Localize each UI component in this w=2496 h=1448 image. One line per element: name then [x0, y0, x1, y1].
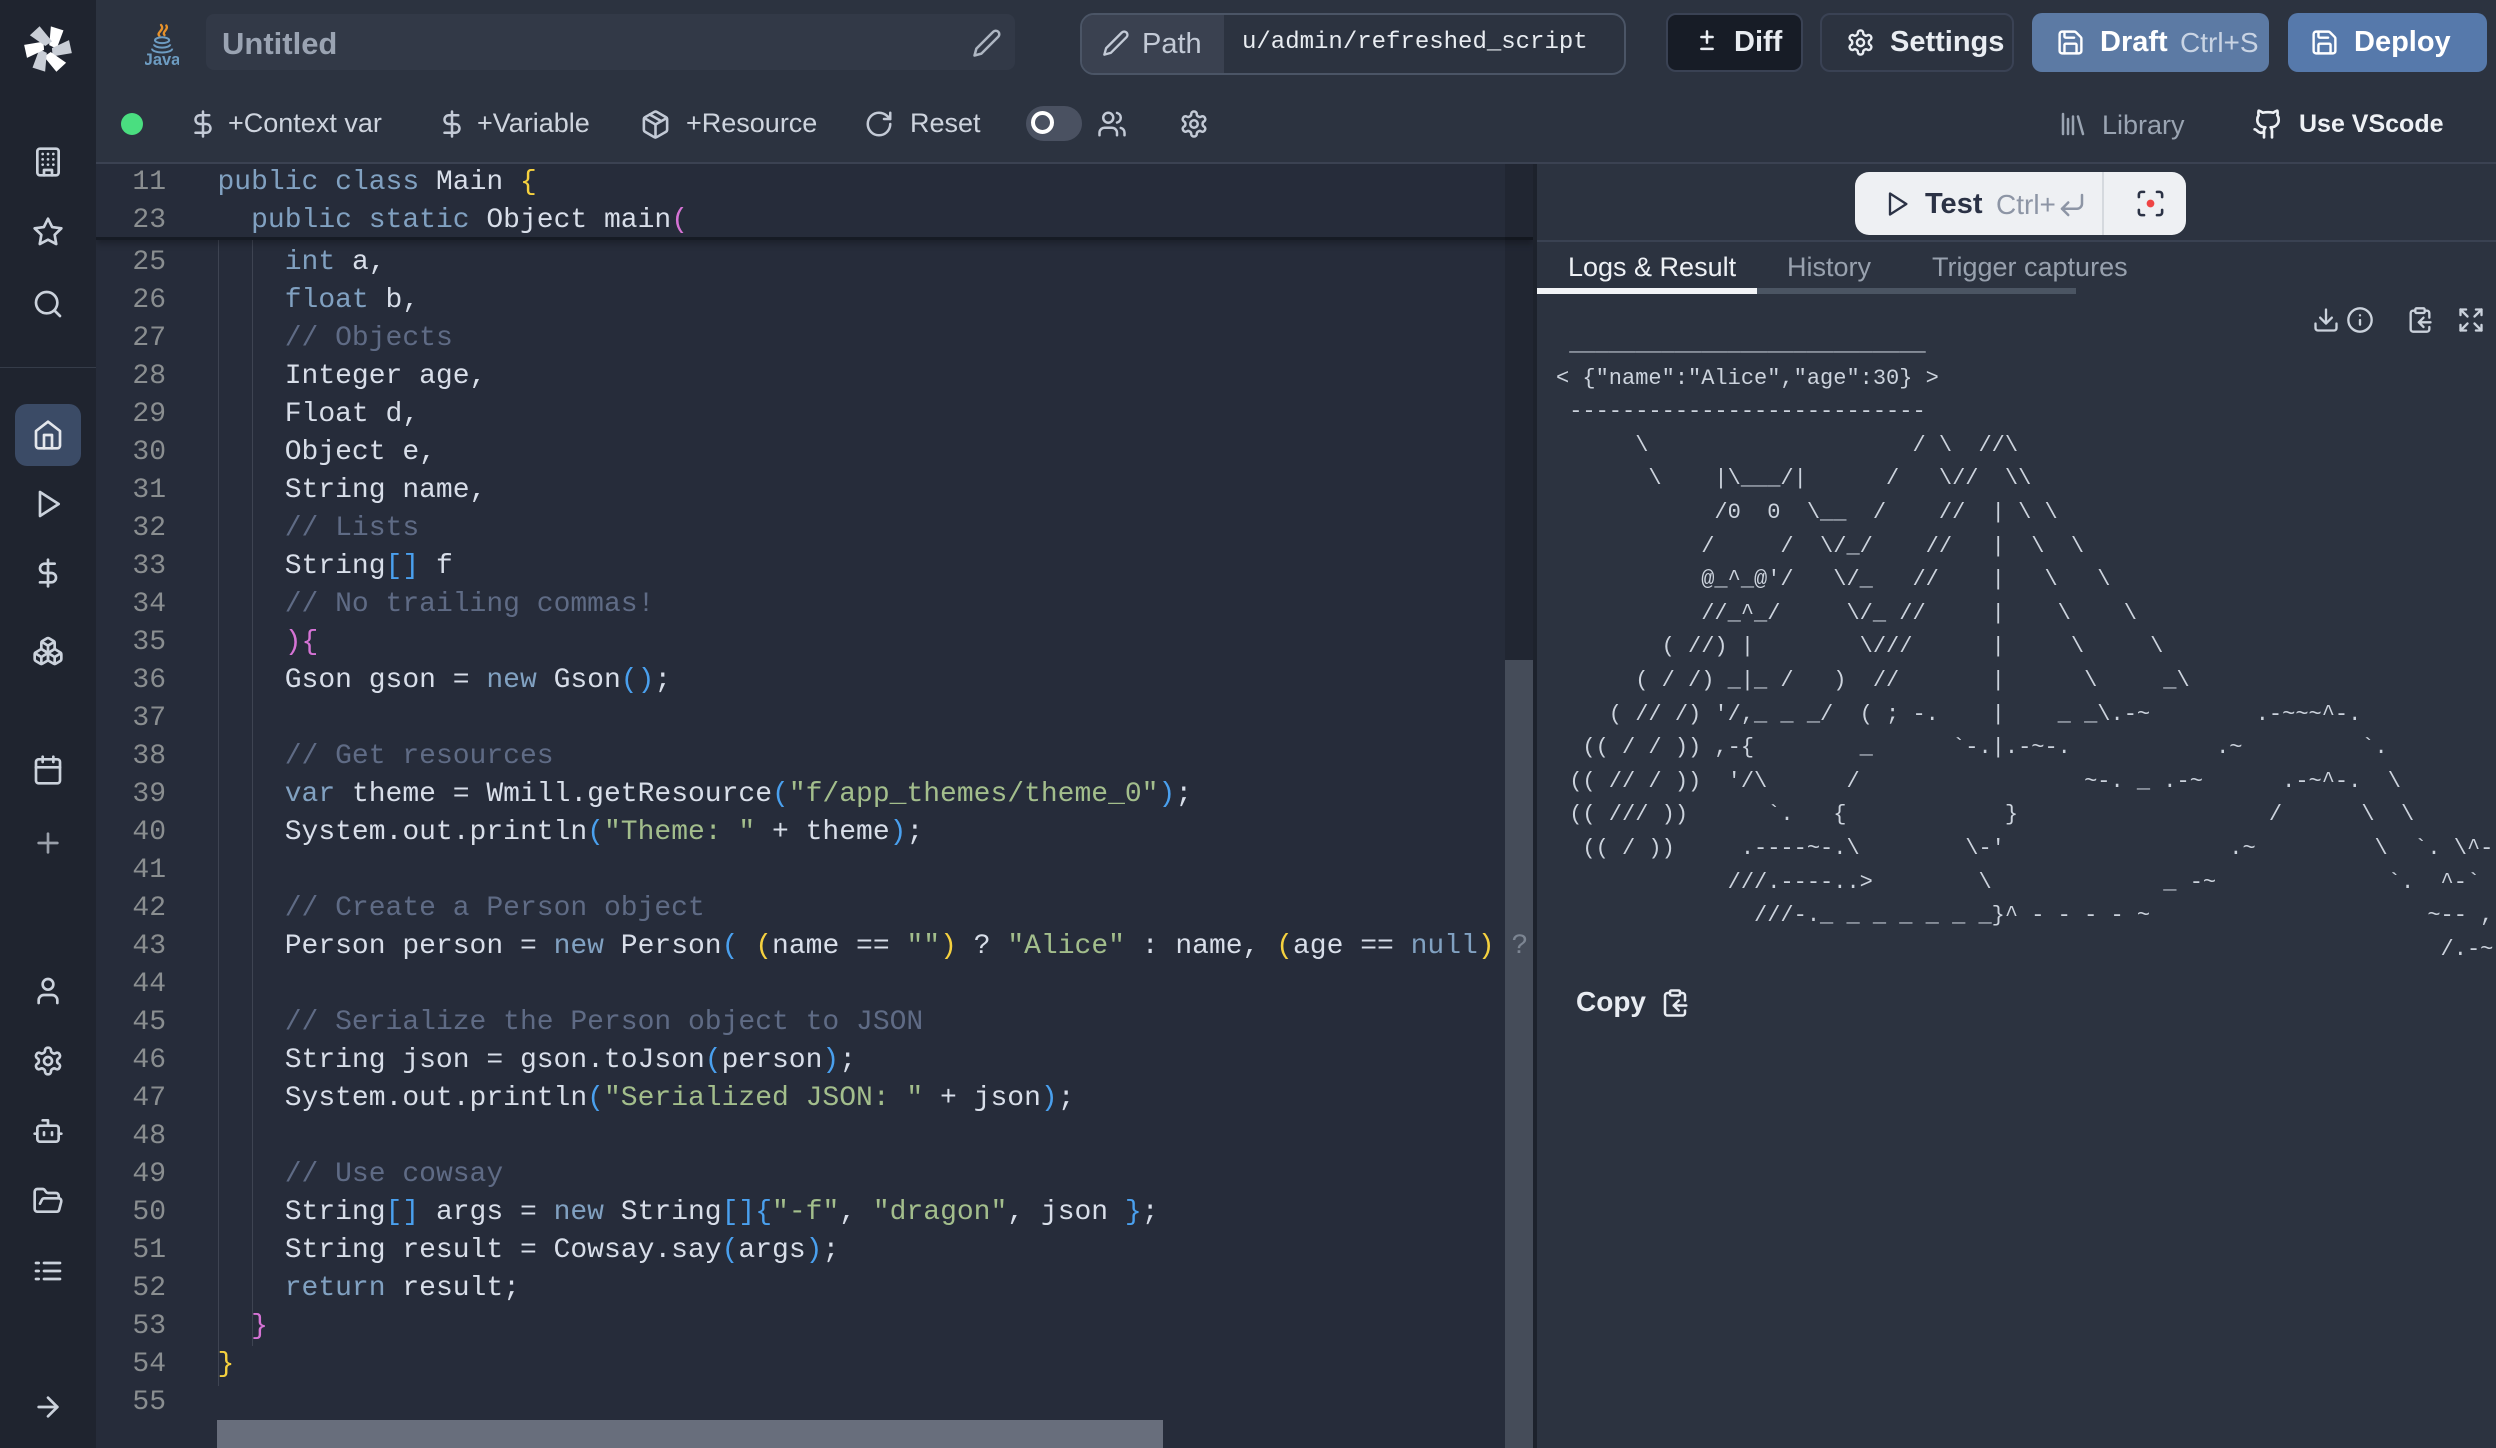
svg-text:Java: Java — [145, 51, 179, 67]
